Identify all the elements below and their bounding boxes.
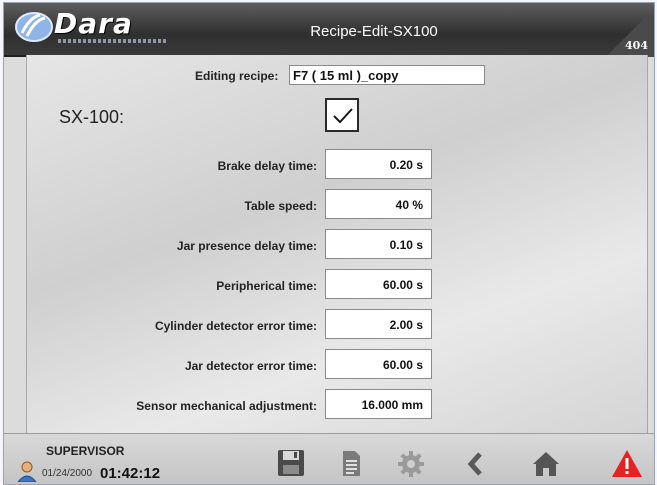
hmi-window: Dara Recipe-Edit-SX100 404 Editing recip… (3, 2, 655, 485)
save-icon (278, 450, 304, 476)
logo-emblem-icon (15, 12, 53, 42)
brake-delay-field[interactable]: 0.20 s (325, 149, 432, 179)
table-speed-label: Table speed: (244, 199, 317, 213)
dara-logo: Dara (14, 7, 194, 47)
page-title: Recipe-Edit-SX100 (310, 23, 438, 40)
jar-presence-delay-label: Jar presence delay time: (176, 239, 317, 253)
brand-name: Dara (54, 7, 133, 40)
back-icon (467, 452, 482, 476)
table-speed-field[interactable]: 40 % (325, 189, 432, 219)
jar-presence-delay-field[interactable]: 0.10 s (325, 229, 432, 259)
sensor-adjustment-label: Sensor mechanical adjustment: (136, 399, 317, 413)
brand-tagline (58, 39, 168, 43)
peripherical-time-field[interactable]: 60.00 s (325, 269, 432, 299)
jar-detector-error-label: Jar detector error time: (184, 359, 317, 373)
header-bar: Dara Recipe-Edit-SX100 404 (4, 3, 654, 57)
home-button[interactable] (529, 446, 563, 480)
back-button[interactable] (459, 446, 493, 480)
home-icon (533, 452, 559, 476)
brake-delay-label: Brake delay time: (217, 159, 317, 173)
sx100-enabled-checkbox[interactable] (325, 98, 359, 132)
footer-bar: SUPERVISOR 01/24/2000 01:42:12 (4, 433, 654, 484)
recipe-form: Editing recipe: F7 ( 15 ml )_copy SX-100… (26, 55, 648, 433)
user-icon (17, 461, 37, 482)
cylinder-detector-error-field[interactable]: 2.00 s (325, 309, 432, 339)
time-display: 01:42:12 (100, 465, 161, 482)
model-label: SX-100: (59, 107, 125, 127)
date-display: 01/24/2000 (42, 468, 93, 479)
document-button[interactable] (334, 446, 368, 480)
peripherical-time-label: Peripherical time: (216, 279, 317, 293)
settings-button[interactable] (394, 446, 428, 480)
jar-detector-error-field[interactable]: 60.00 s (325, 349, 432, 379)
screen-number: 404 (625, 39, 648, 52)
editing-recipe-field[interactable]: F7 ( 15 ml )_copy (289, 65, 485, 85)
user-name: SUPERVISOR (46, 444, 125, 458)
gear-icon (398, 451, 424, 477)
document-icon (343, 451, 360, 476)
alarm-button[interactable] (610, 446, 644, 480)
editing-recipe-label: Editing recipe: (195, 69, 279, 83)
save-button[interactable] (274, 446, 308, 480)
cylinder-detector-error-label: Cylinder detector error time: (154, 319, 317, 333)
sensor-adjustment-field[interactable]: 16.000 mm (325, 389, 432, 419)
alarm-icon (612, 450, 642, 477)
check-icon (333, 108, 353, 124)
